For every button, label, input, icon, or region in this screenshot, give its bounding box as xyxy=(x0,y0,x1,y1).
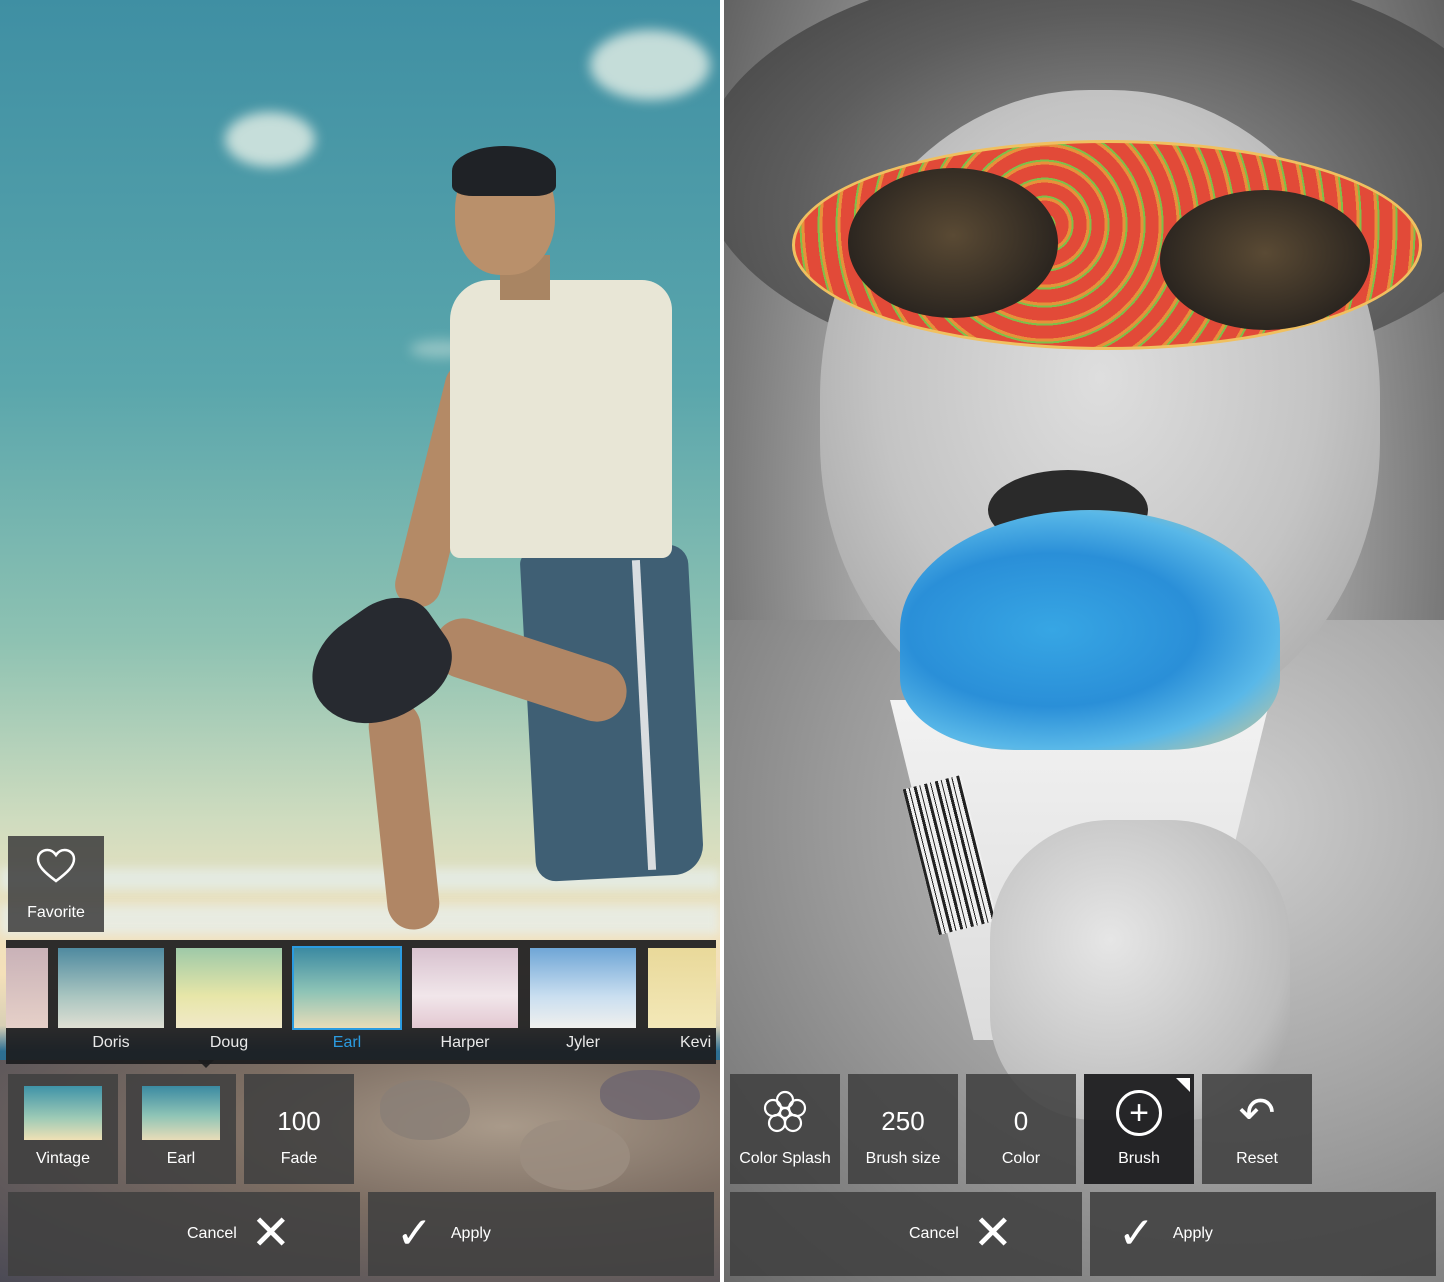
color-splash-label: Color Splash xyxy=(739,1150,831,1167)
filter-label: Jyler xyxy=(566,1034,600,1051)
apply-button[interactable]: ✓ Apply xyxy=(368,1192,714,1276)
filter-thumbnail xyxy=(292,946,402,1030)
filter-item-earl[interactable]: Earl xyxy=(292,946,402,1058)
person-hair xyxy=(452,146,556,196)
check-icon: ✓ xyxy=(1118,1209,1155,1258)
filter-label: Doug xyxy=(209,1034,249,1051)
filter-item-doug[interactable]: Doug xyxy=(176,948,282,1058)
cancel-label: Cancel xyxy=(186,1225,237,1242)
sunglasses-lens-right xyxy=(1160,190,1370,330)
filter-label: Harper xyxy=(440,1034,490,1051)
color-value: 0 xyxy=(1013,1106,1029,1136)
brush-button[interactable]: + Brush xyxy=(1084,1074,1194,1184)
vintage-thumbnail xyxy=(24,1086,102,1140)
filter-thumbnail xyxy=(648,948,716,1028)
brush-label: Brush xyxy=(1118,1150,1160,1167)
color-splash-button[interactable]: Color Splash xyxy=(730,1074,840,1184)
filter-strip[interactable]: Doris Doug Earl Harper Jyler Kevi xyxy=(6,940,716,1064)
check-icon: ✓ xyxy=(396,1209,433,1258)
filter-thumbnail xyxy=(6,948,48,1028)
filter-label: Earl xyxy=(332,1034,362,1051)
apply-button[interactable]: ✓ Apply xyxy=(1090,1192,1436,1276)
earl-thumbnail xyxy=(142,1086,220,1140)
flower-icon xyxy=(763,1090,807,1133)
left-editor-screen: Favorite Doris Doug Earl Harper Jyler Ke… xyxy=(0,0,720,1282)
fade-value: 100 xyxy=(277,1106,321,1136)
rock xyxy=(380,1080,470,1140)
apply-label: Apply xyxy=(1172,1225,1213,1242)
fade-label: Fade xyxy=(280,1150,318,1167)
heart-outline-icon xyxy=(36,848,76,883)
filter-item-harper[interactable]: Harper xyxy=(412,948,518,1058)
fade-button[interactable]: 100 Fade xyxy=(244,1074,354,1184)
close-icon: ✕ xyxy=(972,1207,1014,1260)
rock xyxy=(600,1070,700,1120)
cancel-button[interactable]: Cancel ✕ xyxy=(8,1192,360,1276)
color-label: Color xyxy=(1001,1150,1041,1167)
filter-item-partial[interactable] xyxy=(6,948,48,1058)
filter-thumbnail xyxy=(58,948,164,1028)
filter-thumbnail xyxy=(412,948,518,1028)
favorite-button[interactable]: Favorite xyxy=(8,836,104,932)
sunglasses-lens-left xyxy=(848,168,1058,318)
cloud xyxy=(590,30,710,100)
submenu-indicator-icon xyxy=(1176,1078,1190,1092)
vintage-category-button[interactable]: Vintage xyxy=(8,1074,118,1184)
sea-foam xyxy=(0,905,720,935)
cancel-button[interactable]: Cancel ✕ xyxy=(730,1192,1082,1276)
filter-item-doris[interactable]: Doris xyxy=(58,948,164,1058)
earl-label: Earl xyxy=(166,1150,196,1167)
brush-size-button[interactable]: 250 Brush size xyxy=(848,1074,958,1184)
person-shirt xyxy=(450,280,672,558)
filter-label: Kevi xyxy=(680,1034,712,1051)
apply-label: Apply xyxy=(450,1225,491,1242)
brush-size-value: 250 xyxy=(881,1106,925,1136)
reset-label: Reset xyxy=(1236,1150,1278,1167)
person-shin xyxy=(366,697,442,933)
blue-shaved-ice xyxy=(900,510,1280,750)
rock xyxy=(520,1120,630,1190)
filter-label: Doris xyxy=(92,1034,130,1051)
brush-size-label: Brush size xyxy=(865,1150,941,1167)
earl-filter-button[interactable]: Earl xyxy=(126,1074,236,1184)
undo-icon: ↶ xyxy=(1238,1089,1276,1138)
cloud xyxy=(225,112,315,167)
filter-strip-caret xyxy=(198,1060,214,1068)
filter-item-kevin-partial[interactable]: Kevi xyxy=(648,948,716,1058)
filter-thumbnail xyxy=(176,948,282,1028)
reset-button[interactable]: ↶ Reset xyxy=(1202,1074,1312,1184)
vintage-label: Vintage xyxy=(36,1150,90,1167)
close-icon: ✕ xyxy=(250,1207,292,1260)
filter-item-jyler[interactable]: Jyler xyxy=(530,948,636,1058)
favorite-label: Favorite xyxy=(27,904,85,921)
color-button[interactable]: 0 Color xyxy=(966,1074,1076,1184)
plus-circle-icon: + xyxy=(1116,1090,1162,1136)
filter-thumbnail xyxy=(530,948,636,1028)
cancel-label: Cancel xyxy=(908,1225,959,1242)
